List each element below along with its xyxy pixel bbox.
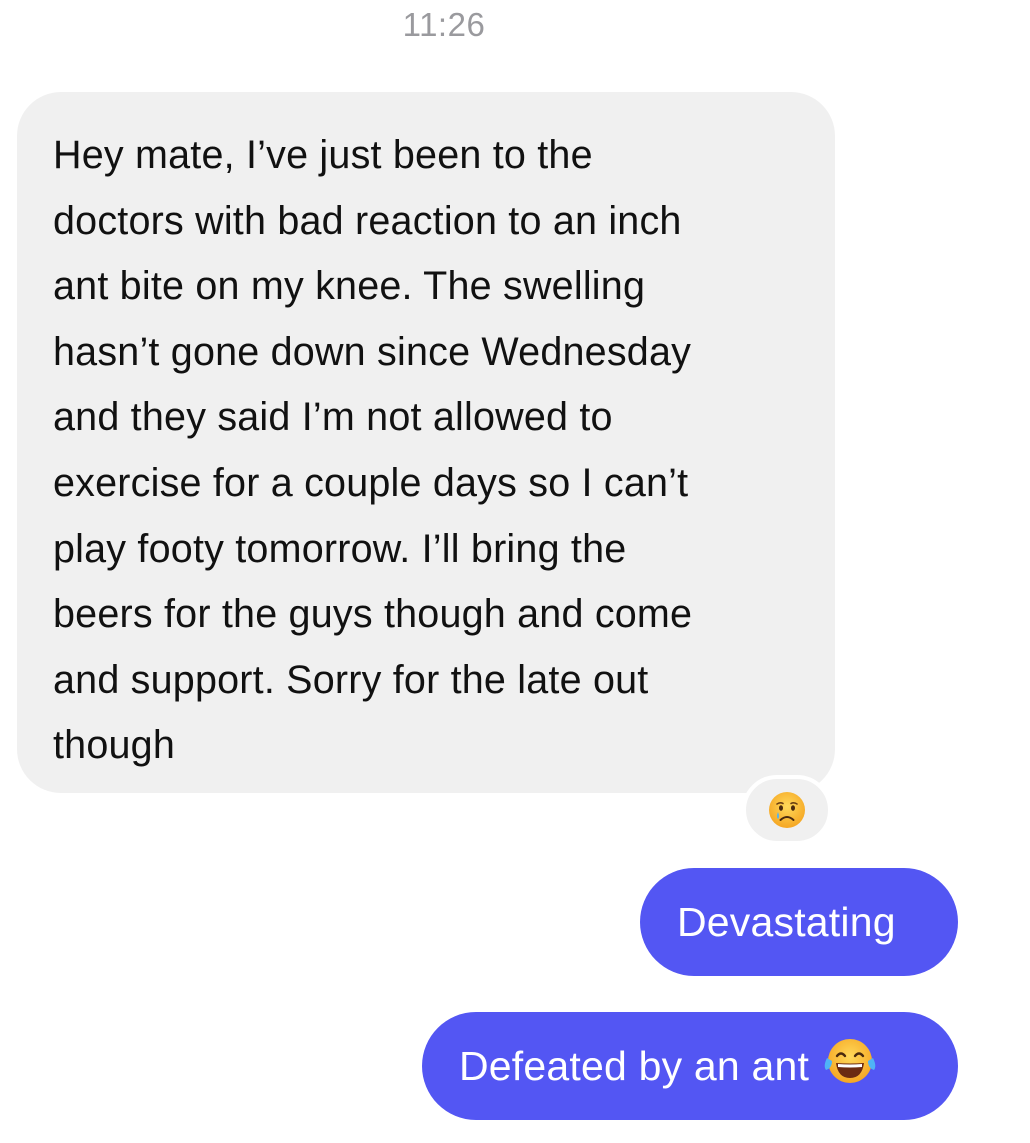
message-text-line: doctors with bad reaction to an inch [53, 198, 682, 243]
outgoing-message-bubble[interactable]: Devastating [640, 868, 958, 976]
outgoing-message-bubble[interactable]: Defeated by an ant [422, 1012, 958, 1120]
crying-face-icon [769, 792, 805, 828]
message-text: Defeated by an ant [459, 1042, 810, 1089]
incoming-message-bubble[interactable]: Hey mate, I’ve just been to the doctors … [17, 92, 835, 793]
message-text-line: beers for the guys though and come [53, 592, 693, 637]
message-reaction[interactable] [742, 775, 832, 845]
message-text: Devastating [677, 898, 896, 945]
message-text-line: and they said I’m not allowed to [53, 395, 613, 440]
message-text-line: ant bite on my knee. The swelling [53, 264, 646, 309]
message-text-line: exercise for a couple days so I can’t [53, 460, 689, 505]
message-text-line: play footy tomorrow. I’ll bring the [53, 526, 627, 571]
message-text-line: and support. Sorry for the late out [53, 657, 649, 702]
face-with-tears-of-joy-icon [823, 1036, 877, 1096]
message-timestamp: 11:26 [402, 6, 486, 43]
message-text-line: hasn’t gone down since Wednesday [53, 329, 692, 374]
message-text-line: Hey mate, I’ve just been to the [53, 133, 593, 177]
message-text-line: though [53, 723, 176, 768]
